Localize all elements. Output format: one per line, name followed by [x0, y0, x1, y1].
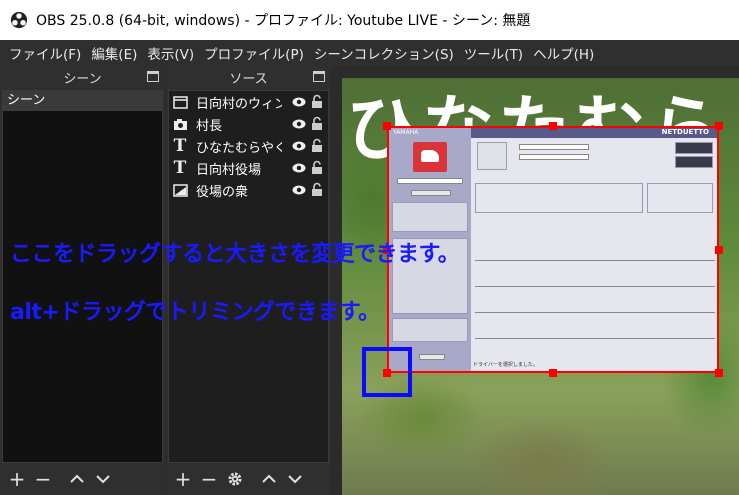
input-panel	[392, 202, 468, 232]
resize-handle-right[interactable]	[715, 246, 723, 254]
title-bar: OBS 25.0.8 (64-bit, windows) - プロファイル: Y…	[0, 0, 739, 40]
add-scene-button[interactable]: +	[6, 467, 28, 491]
menu-help[interactable]: ヘルプ(H)	[528, 43, 599, 63]
resize-handle-top-right[interactable]	[715, 122, 723, 130]
lock-icon[interactable]	[311, 138, 323, 153]
remove-source-button[interactable]: −	[198, 467, 220, 491]
resize-handle-bottom[interactable]	[549, 369, 557, 377]
lock-icon[interactable]	[311, 116, 323, 131]
eye-icon[interactable]	[292, 96, 306, 108]
chevron-up-icon	[70, 474, 84, 483]
netduetto-logo: NETDUETTO	[661, 128, 709, 136]
window-capture-icon	[172, 94, 188, 110]
lock-icon[interactable]	[311, 182, 323, 197]
scenes-toolbar: + −	[0, 467, 165, 491]
menu-bar: ファイル(F) 編集(E) 表示(V) プロファイル(P) シーンコレクション(…	[0, 40, 739, 66]
undock-icon[interactable]	[313, 71, 325, 82]
sources-list[interactable]: 日向村のウィン 村長 T ひなたむらやくば T 日向村役場	[168, 90, 329, 463]
menu-tools[interactable]: ツール(T)	[459, 43, 528, 63]
remove-scene-button[interactable]: −	[32, 467, 54, 491]
source-name: ひなたむらやくば	[196, 140, 282, 156]
preview-canvas[interactable]: ひなたむら NETDUETTO YAMAHA ドライバーを選択しました。	[342, 78, 739, 495]
lock-icon[interactable]	[311, 160, 323, 175]
text-icon: T	[173, 136, 187, 156]
move-source-up-button[interactable]	[258, 468, 280, 490]
annotation-crop: alt+ドラッグでトリミングできます。	[10, 300, 380, 325]
source-item[interactable]: T ひなたむらやくば	[169, 135, 328, 157]
eye-icon[interactable]	[292, 118, 306, 130]
yamaha-brand: YAMAHA	[393, 129, 419, 136]
annotation-highlight-box	[362, 347, 412, 397]
source-item[interactable]: 役場の衆	[169, 179, 328, 201]
menu-file[interactable]: ファイル(F)	[4, 43, 86, 63]
sources-toolbar: + −	[166, 467, 331, 491]
camera-icon	[172, 116, 188, 132]
image-icon	[172, 182, 188, 198]
chat-panel	[475, 183, 643, 213]
annotation-resize: ここをドラッグすると大きさを変更できます。	[10, 242, 460, 267]
source-name: 日向村役場	[196, 162, 262, 178]
menu-edit[interactable]: 編集(E)	[86, 43, 142, 63]
chevron-up-icon	[262, 474, 276, 483]
move-source-down-button[interactable]	[284, 468, 306, 490]
netduetto-status: ドライバーを選択しました。	[473, 362, 538, 368]
sources-dock-title: ソース	[229, 71, 268, 87]
password-field	[519, 154, 589, 160]
search-session-button	[477, 142, 507, 170]
sources-dock-header: ソース	[166, 66, 331, 88]
disconnect-button	[675, 156, 713, 168]
chevron-down-icon	[288, 475, 302, 484]
resize-handle-top[interactable]	[549, 122, 557, 130]
move-scene-down-button[interactable]	[92, 468, 114, 490]
name-field	[397, 178, 463, 184]
resize-handle-top-left[interactable]	[383, 122, 391, 130]
source-properties-button[interactable]	[224, 468, 246, 490]
menu-profile[interactable]: プロファイル(P)	[199, 43, 309, 63]
gear-icon	[228, 472, 242, 486]
undock-icon[interactable]	[147, 71, 159, 82]
source-item[interactable]: 日向村のウィン	[169, 91, 328, 113]
output-panel	[392, 318, 468, 342]
netduetto-header: NETDUETTO	[471, 128, 717, 138]
scene-item[interactable]: シーン	[3, 91, 162, 111]
sources-dock: ソース 日向村のウィン 村長 T ひなたむらやくば T 日向	[166, 66, 331, 495]
scenes-list[interactable]: シーン	[2, 90, 163, 463]
resize-handle-bottom-right[interactable]	[715, 369, 723, 377]
menu-view[interactable]: 表示(V)	[142, 43, 199, 63]
source-name: 日向村のウィン	[196, 96, 282, 112]
source-name: 役場の衆	[196, 184, 249, 200]
connect-button	[675, 142, 713, 154]
move-scene-up-button[interactable]	[66, 468, 88, 490]
window-title: OBS 25.0.8 (64-bit, windows) - プロファイル: Y…	[36, 13, 531, 29]
obs-logo-icon	[10, 11, 28, 29]
source-name: 村長	[196, 118, 223, 134]
settings-button	[419, 354, 445, 360]
session-field	[519, 144, 589, 150]
log-panel	[647, 183, 713, 213]
eye-icon[interactable]	[292, 162, 306, 174]
eye-icon[interactable]	[292, 184, 306, 196]
scenes-dock-title: シーン	[63, 71, 102, 87]
piano-icon	[413, 142, 447, 172]
source-item[interactable]: T 日向村役場	[169, 157, 328, 179]
select-button	[411, 190, 451, 196]
eye-icon[interactable]	[292, 140, 306, 152]
add-source-button[interactable]: +	[172, 467, 194, 491]
scenes-dock: シーン シーン + −	[0, 66, 165, 495]
lock-icon[interactable]	[311, 94, 323, 109]
source-item[interactable]: 村長	[169, 113, 328, 135]
scenes-dock-header: シーン	[0, 66, 165, 88]
menu-scene-collection[interactable]: シーンコレクション(S)	[309, 43, 459, 63]
chevron-down-icon	[96, 475, 110, 484]
text-icon: T	[173, 158, 187, 178]
